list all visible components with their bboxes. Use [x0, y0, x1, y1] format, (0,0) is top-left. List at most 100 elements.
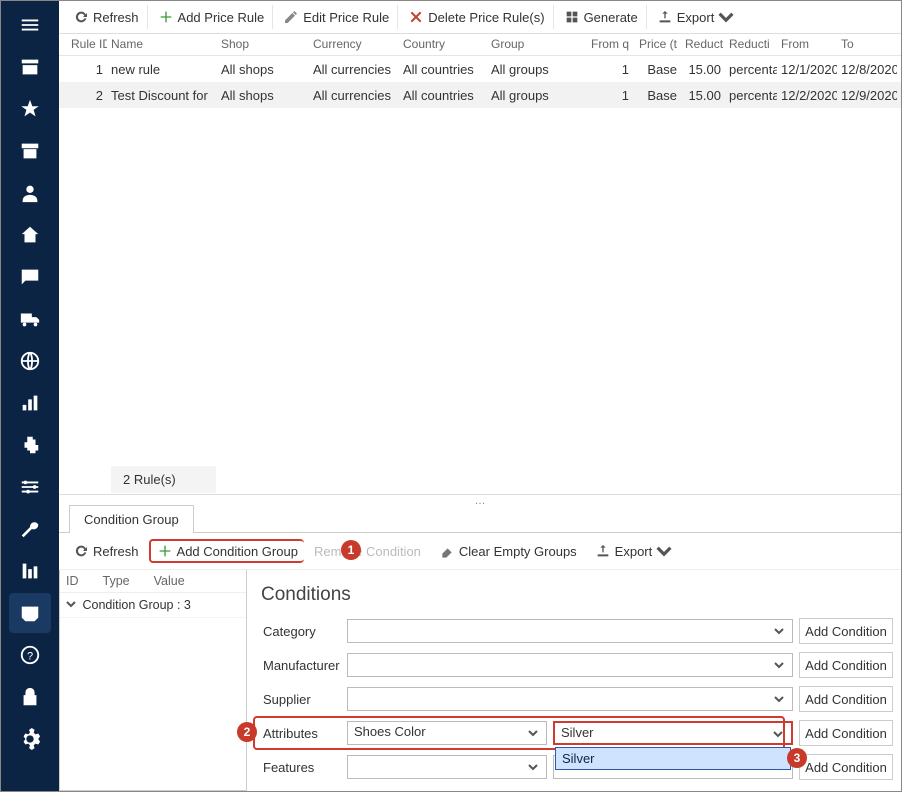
features-select[interactable] [347, 755, 547, 779]
col-from[interactable]: From [777, 34, 837, 55]
tree-col-type[interactable]: Type [103, 574, 154, 588]
add-condition-supplier-button[interactable]: Add Condition [799, 686, 893, 712]
cell-redt: percenta [725, 85, 777, 106]
cond-label-attributes: Attributes [261, 726, 341, 741]
export-conditions-button[interactable]: Export [587, 539, 681, 563]
tree-group-row[interactable]: Condition Group : 3 [60, 593, 246, 617]
col-to[interactable]: To [837, 34, 897, 55]
cell-qty: 1 [583, 59, 633, 80]
clear-empty-groups-button[interactable]: Clear Empty Groups [431, 539, 585, 563]
help-icon[interactable]: ? [9, 635, 51, 675]
cell-price: Base [633, 59, 681, 80]
refresh-button[interactable]: Refresh [65, 5, 148, 29]
tabs: Condition Group [59, 504, 901, 533]
col-from-qty[interactable]: From q [583, 34, 633, 55]
cell-shop: All shops [217, 85, 309, 106]
cond-label-supplier: Supplier [261, 692, 341, 707]
plus-icon [157, 543, 173, 559]
dropdown-option-silver[interactable]: Silver [556, 748, 790, 769]
supplier-select[interactable] [347, 687, 793, 711]
cell-red: 15.00 [681, 85, 725, 106]
store-icon[interactable] [9, 47, 51, 87]
add-condition-group-button[interactable]: Add Condition Group [149, 539, 304, 563]
split-handle[interactable]: … [59, 494, 901, 504]
person-icon[interactable] [9, 173, 51, 213]
col-reduct[interactable]: Reduct [681, 34, 725, 55]
refresh-conditions-button[interactable]: Refresh [65, 539, 147, 563]
add-label: Add Price Rule [178, 10, 265, 25]
attributes-select[interactable]: Shoes Color [347, 721, 547, 745]
col-currency[interactable]: Currency [309, 34, 399, 55]
cell-redt: percenta [725, 59, 777, 80]
grid-icon [564, 9, 580, 25]
cell-to: 12/8/2020 [837, 59, 897, 80]
refresh-label: Refresh [93, 10, 139, 25]
tree-header: ID Type Value [60, 570, 246, 593]
cell-id: 2 [67, 85, 107, 106]
gear-icon[interactable] [9, 719, 51, 759]
menu-icon[interactable] [9, 5, 51, 45]
cell-ctry: All countries [399, 59, 487, 80]
cond-label-features: Features [261, 760, 341, 775]
add-condition-manufacturer-button[interactable]: Add Condition [799, 652, 893, 678]
attributes-dropdown: Silver [555, 747, 791, 770]
export-icon [595, 543, 611, 559]
col-price[interactable]: Price (t [633, 34, 681, 55]
callout-2: 2 [237, 722, 257, 742]
stats-icon[interactable] [9, 551, 51, 591]
tree-col-value[interactable]: Value [154, 574, 209, 588]
col-country[interactable]: Country [399, 34, 487, 55]
sliders-icon[interactable] [9, 467, 51, 507]
chevron-down-icon [528, 726, 542, 740]
col-rule-id[interactable]: Rule ID [67, 34, 107, 55]
add-price-rule-button[interactable]: Add Price Rule [150, 5, 274, 29]
cond-row-manufacturer: Manufacturer Add Condition [261, 652, 893, 678]
col-reduct-type[interactable]: Reducti [725, 34, 777, 55]
cell-from: 12/2/2020 [777, 85, 837, 106]
tree-col-id[interactable]: ID [66, 574, 103, 588]
cell-to: 12/9/2020 [837, 85, 897, 106]
add-condition-category-button[interactable]: Add Condition [799, 618, 893, 644]
chevron-down-icon [774, 624, 788, 638]
export-button[interactable]: Export [649, 5, 743, 29]
col-shop[interactable]: Shop [217, 34, 309, 55]
bar-chart-icon[interactable] [9, 383, 51, 423]
manufacturer-select[interactable] [347, 653, 793, 677]
plugin-icon[interactable] [9, 425, 51, 465]
eraser-icon [439, 543, 455, 559]
tab-condition-group[interactable]: Condition Group [69, 505, 194, 533]
col-group[interactable]: Group [487, 34, 583, 55]
condition-tree: ID Type Value Condition Group : 3 [59, 570, 247, 791]
chat-icon[interactable] [9, 257, 51, 297]
lock-icon[interactable] [9, 677, 51, 717]
cell-name: Test Discount for [107, 85, 217, 106]
home-icon[interactable] [9, 215, 51, 255]
chevron-down-icon [718, 9, 734, 25]
globe-icon[interactable] [9, 341, 51, 381]
chevron-down-icon [528, 760, 542, 774]
add-condition-attributes-button[interactable]: Add Condition [799, 720, 893, 746]
inbox-icon[interactable] [9, 593, 51, 633]
table-row[interactable]: 1 new rule All shops All currencies All … [59, 56, 901, 82]
add-group-label: Add Condition Group [177, 544, 298, 559]
generate-button[interactable]: Generate [556, 5, 647, 29]
price-rules-toolbar: Refresh Add Price Rule Edit Price Rule D… [59, 1, 901, 34]
truck-icon[interactable] [9, 299, 51, 339]
edit-label: Edit Price Rule [303, 10, 389, 25]
edit-price-rule-button[interactable]: Edit Price Rule [275, 5, 398, 29]
delete-price-rule-button[interactable]: Delete Price Rule(s) [400, 5, 553, 29]
table-row[interactable]: 2 Test Discount for All shops All curren… [59, 82, 901, 108]
clear-label: Clear Empty Groups [459, 544, 577, 559]
wrench-icon[interactable] [9, 509, 51, 549]
chevron-down-icon [774, 692, 788, 706]
col-name[interactable]: Name [107, 34, 217, 55]
sidebar: ? [1, 1, 59, 791]
archive-icon[interactable] [9, 131, 51, 171]
star-icon[interactable] [9, 89, 51, 129]
cell-cur: All currencies [309, 85, 399, 106]
add-condition-features-button[interactable]: Add Condition [799, 754, 893, 780]
attributes-value-select[interactable]: Silver Silver [553, 721, 793, 745]
export-label: Export [615, 544, 653, 559]
category-select[interactable] [347, 619, 793, 643]
remove-condition-button[interactable]: Remove Condition [306, 540, 429, 563]
